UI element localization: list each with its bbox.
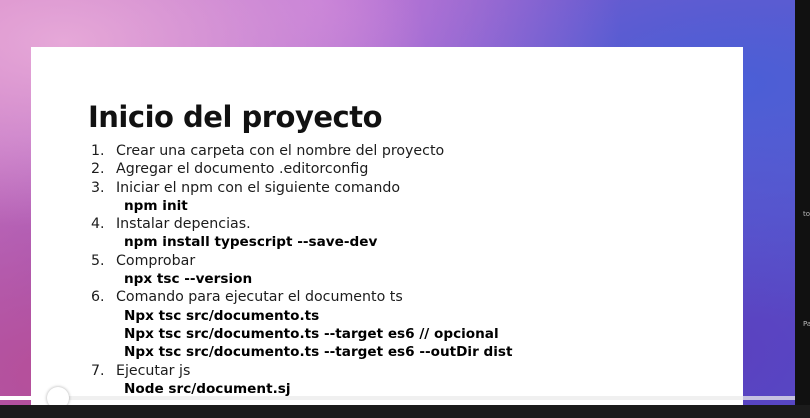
step-item: 3. Iniciar el npm con el siguiente comand…	[91, 179, 513, 216]
side-panel-text-1: to	[803, 210, 810, 218]
player-controls-bar	[0, 405, 810, 418]
step-number: 5.	[91, 252, 105, 269]
progress-track[interactable]	[0, 396, 795, 400]
step-line: 7. Ejecutar js	[91, 362, 513, 380]
steps-list: 1. Crear una carpeta con el nombre del pr…	[91, 142, 513, 398]
step-text: Instalar depencias.	[116, 216, 251, 233]
step-item: 6. Comando para ejecutar el documento ts N…	[91, 288, 513, 361]
step-text: Crear una carpeta con el nombre del proy…	[116, 143, 445, 159]
step-line: 2. Agregar el documento .editorconfig	[91, 160, 513, 178]
step-text: Agregar el documento .editorconfig	[116, 161, 369, 178]
step-line: 5. Comprobar	[91, 252, 513, 270]
step-item: 2. Agregar el documento .editorconfig	[91, 160, 513, 178]
presentation-slide: Inicio del proyecto 1. Crear una carpeta …	[31, 47, 743, 418]
step-number: 4.	[91, 216, 105, 233]
command-text: npm init	[124, 197, 188, 214]
side-panel-text-2: Pa	[803, 320, 810, 328]
command-text: Npx tsc src/documento.ts --target es6 --…	[124, 344, 513, 361]
video-progress-bar[interactable]	[0, 387, 810, 409]
step-line: 4. Instalar depencias.	[91, 215, 513, 233]
step-item: 5. Comprobar npx tsc --version	[91, 252, 513, 289]
step-text: Comando para ejecutar el documento ts	[116, 289, 403, 306]
command-text: Npx tsc src/documento.ts	[124, 307, 320, 324]
step-text: Comprobar	[116, 252, 196, 269]
step-number: 2.	[91, 161, 105, 178]
step-line: 6. Comando para ejecutar el documento ts	[91, 288, 513, 306]
step-number: 3.	[91, 179, 105, 196]
step-line: 1. Crear una carpeta con el nombre del pr…	[91, 142, 513, 160]
command-text: npx tsc --version	[124, 271, 253, 288]
command-text: npm install typescript --save-dev	[124, 234, 378, 251]
side-panel-edge	[795, 0, 810, 418]
slide-title: Inicio del proyecto	[88, 100, 383, 134]
step-text: Ejecutar js	[116, 362, 191, 379]
step-number: 6.	[91, 289, 105, 306]
step-item: 1. Crear una carpeta con el nombre del pr…	[91, 142, 513, 160]
step-number: 7.	[91, 362, 105, 379]
step-text: Iniciar el npm con el siguiente comando	[116, 179, 401, 196]
step-item: 4. Instalar depencias. npm install typescr…	[91, 215, 513, 252]
command-text: Npx tsc src/documento.ts --target es6 //…	[124, 325, 499, 342]
step-line: 3. Iniciar el npm con el siguiente comand…	[91, 179, 513, 197]
step-number: 1.	[91, 143, 105, 159]
